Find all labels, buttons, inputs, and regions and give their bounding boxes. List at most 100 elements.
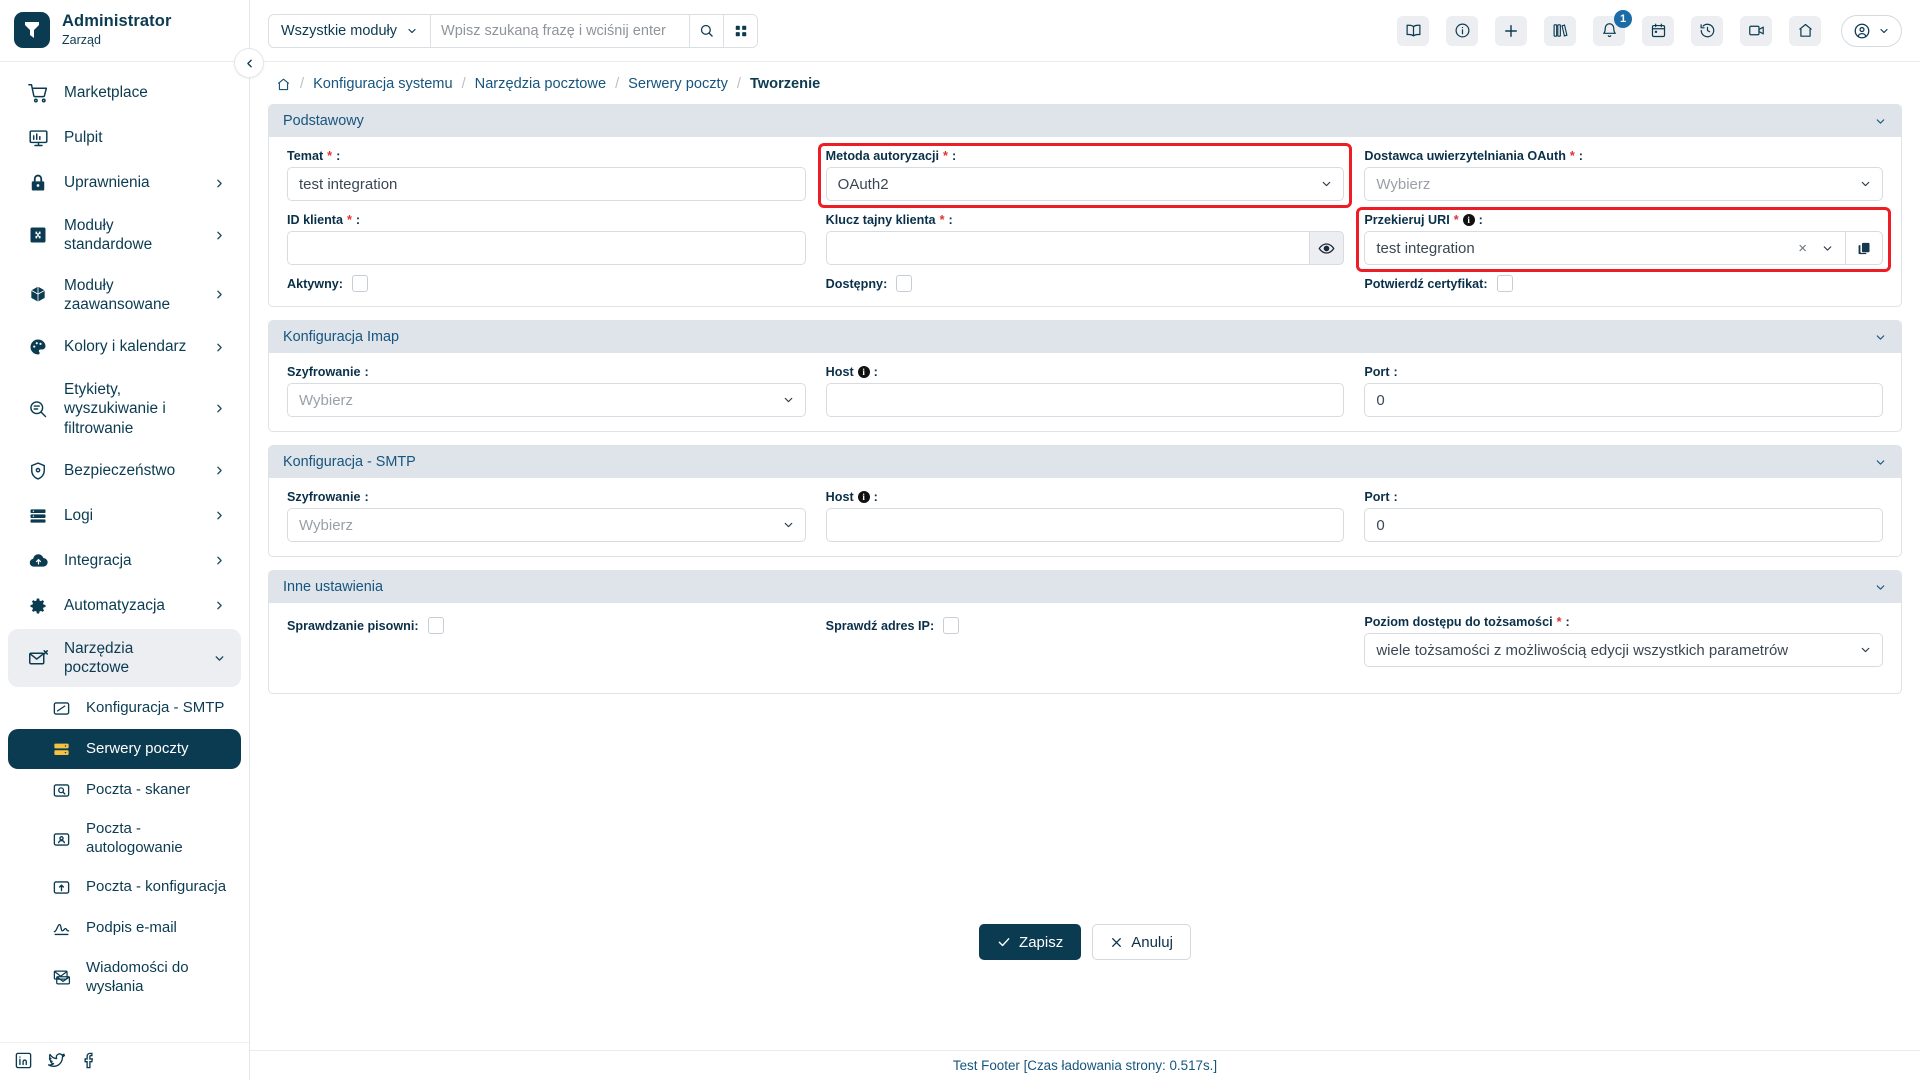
info-icon-button[interactable] xyxy=(1446,15,1478,46)
sidebar-item-integracja[interactable]: Integracja xyxy=(8,539,241,583)
panel-podstawowy-header[interactable]: Podstawowy xyxy=(269,105,1901,137)
chevron-down-icon[interactable] xyxy=(1874,115,1887,128)
field-smtp-host: Host i: xyxy=(816,490,1355,542)
info-icon[interactable]: i xyxy=(857,491,870,503)
smtp-szyfrowanie-select[interactable]: Wybierz xyxy=(287,508,806,542)
sidebar-item-narzedzia-pocztowe[interactable]: Narzędzia pocztowe xyxy=(8,628,241,688)
reveal-secret-button[interactable] xyxy=(1308,231,1345,265)
imap-szyfrowanie-select[interactable]: Wybierz xyxy=(287,383,806,417)
chevron-down-icon[interactable] xyxy=(1874,456,1887,469)
search-button[interactable] xyxy=(689,14,724,47)
sidebar-subitem-poczta-skaner[interactable]: Poczta - skaner xyxy=(8,770,241,810)
imap-port-input[interactable] xyxy=(1364,383,1884,417)
sidebar-item-kolory-i-kalendarz[interactable]: Kolory i kalendarz xyxy=(8,325,241,369)
twitter-icon[interactable] xyxy=(47,1051,66,1070)
search-input[interactable] xyxy=(431,14,690,47)
sidebar-subitem-konfiguracja-smtp[interactable]: Konfiguracja - SMTP xyxy=(8,688,241,728)
sidebar-item-pulpit[interactable]: Pulpit xyxy=(8,116,241,160)
top-toolbar: Wszystkie moduły Wpisz szukaną frazę i w… xyxy=(250,0,1920,62)
plus-icon-button[interactable] xyxy=(1495,15,1527,46)
sidebar-item-moduly-zaawansowane[interactable]: Moduły zaawansowane xyxy=(8,266,241,325)
module-filter-dropdown[interactable]: Wszystkie moduły xyxy=(269,14,432,47)
field-klucz-tajny-klienta: Klucz tajny klienta *: xyxy=(816,213,1355,265)
required-marker: * xyxy=(939,213,945,227)
field-label: Szyfrowanie: xyxy=(287,490,369,504)
sidebar-item-logi[interactable]: Logi xyxy=(8,494,241,538)
sidebar-subitem-serwery-poczty[interactable]: Serwery poczty xyxy=(8,729,241,770)
przekieruj-uri-value-area[interactable]: test integration × xyxy=(1364,231,1846,265)
temat-input[interactable] xyxy=(287,167,806,201)
klucz-tajny-klienta-input[interactable] xyxy=(825,231,1309,265)
imap-host-input[interactable] xyxy=(825,383,1345,417)
sidebar-subitem-label: Podpis e-mail xyxy=(86,919,177,937)
breadcrumb-item-narzedzia-pocztowe[interactable]: Narzędzia pocztowe xyxy=(475,76,606,92)
sidebar-item-bezpieczenstwo[interactable]: Bezpieczeństwo xyxy=(8,449,241,493)
facebook-icon[interactable] xyxy=(80,1051,99,1070)
sidebar-collapse-button[interactable] xyxy=(234,48,264,78)
library-icon-button[interactable] xyxy=(1544,15,1576,46)
sidebar-subitem-podpis-email[interactable]: Podpis e-mail xyxy=(8,909,241,949)
smtp-port-input[interactable] xyxy=(1364,508,1884,542)
breadcrumb-item-serwery-poczty[interactable]: Serwery poczty xyxy=(628,76,728,92)
id-klienta-input[interactable] xyxy=(287,231,806,265)
sprawdz-adres-ip-checkbox[interactable] xyxy=(943,617,960,634)
panel-konfiguracja-imap-header[interactable]: Konfiguracja Imap xyxy=(269,321,1901,353)
panel-konfiguracja-smtp-header[interactable]: Konfiguracja - SMTP xyxy=(269,446,1901,478)
grid-view-button[interactable] xyxy=(723,14,758,47)
sidebar-item-label: Moduły standardowe xyxy=(64,217,153,254)
palette-icon xyxy=(26,335,50,359)
home-icon-button[interactable] xyxy=(1789,15,1821,46)
panel-inne-ustawienia-header[interactable]: Inne ustawienia xyxy=(269,571,1901,603)
search-icon xyxy=(699,23,714,38)
panel-inne-ustawienia: Inne ustawienia Sprawdzanie pisowni: Spr… xyxy=(268,570,1902,694)
cancel-button[interactable]: Anuluj xyxy=(1092,924,1191,960)
sprawdzanie-pisowni-checkbox[interactable] xyxy=(427,617,444,634)
dostawca-oauth-select[interactable]: Wybierz xyxy=(1364,167,1884,201)
sidebar-item-label: Etykiety, wyszukiwanie i filtrowanie xyxy=(64,381,166,437)
sidebar-item-uprawnienia[interactable]: Uprawnienia xyxy=(8,161,241,205)
aktywny-checkbox[interactable] xyxy=(352,275,368,292)
calendar-icon-button[interactable] xyxy=(1642,15,1674,46)
sidebar-item-etykiety-wyszukiwanie-filtrowanie[interactable]: Etykiety, wyszukiwanie i filtrowanie xyxy=(8,370,241,448)
breadcrumb-item-konfiguracja-systemu[interactable]: Konfiguracja systemu xyxy=(313,76,453,92)
sidebar-item-moduly-standardowe[interactable]: Moduły standardowe xyxy=(8,206,241,265)
sidebar-subitem-poczta-konfiguracja[interactable]: Poczta - konfiguracja xyxy=(8,868,241,908)
sidebar-subitem-poczta-autologowanie[interactable]: Poczta - autologowanie xyxy=(8,811,241,867)
history-icon xyxy=(1699,22,1716,39)
sidebar-item-marketplace[interactable]: Marketplace xyxy=(8,71,241,115)
linkedin-icon[interactable] xyxy=(14,1051,33,1070)
shopping-cart-icon xyxy=(26,81,50,105)
copy-uri-button[interactable] xyxy=(1845,231,1884,265)
book-icon-button[interactable] xyxy=(1397,15,1429,46)
history-icon-button[interactable] xyxy=(1691,15,1723,46)
potwierdz-certyfikat-checkbox[interactable] xyxy=(1496,275,1513,292)
field-smtp-port: Port: xyxy=(1354,490,1893,542)
info-icon[interactable]: i xyxy=(857,366,870,378)
chevron-down-icon[interactable] xyxy=(1874,581,1887,594)
chevron-down-icon[interactable] xyxy=(1874,331,1887,344)
sidebar-subitem-wiadomosci-do-wyslania[interactable]: Wiadomości do wysłania xyxy=(8,950,241,1006)
user-menu-button[interactable] xyxy=(1841,14,1902,47)
bell-icon-button[interactable]: 1 xyxy=(1593,9,1632,46)
select-placeholder: Wybierz xyxy=(299,391,354,409)
brand-header[interactable]: Administrator Zarząd xyxy=(0,0,249,62)
chevron-down-icon[interactable] xyxy=(1821,242,1834,255)
save-button[interactable]: Zapisz xyxy=(979,924,1082,960)
dostepny-checkbox[interactable] xyxy=(896,275,913,292)
metoda-autoryzacji-select[interactable]: OAuth2 xyxy=(825,167,1345,201)
poziom-dostepu-select[interactable]: wiele tożsamości z możliwością edycji ws… xyxy=(1364,633,1884,667)
field-label: Host i: xyxy=(825,490,878,504)
klucz-tajny-group xyxy=(825,231,1345,265)
video-icon-button[interactable] xyxy=(1740,15,1772,46)
field-label-text: Port xyxy=(1364,365,1390,379)
info-icon[interactable]: i xyxy=(1462,214,1475,226)
close-x-icon[interactable]: × xyxy=(1794,240,1811,257)
breadcrumb-home-icon[interactable] xyxy=(276,77,291,92)
field-label: Aktywny: xyxy=(287,276,343,291)
smtp-host-input[interactable] xyxy=(825,508,1345,542)
chevron-right-icon xyxy=(213,341,227,354)
search-tag-icon xyxy=(26,397,50,421)
field-label-text: Sprawdź adres IP xyxy=(825,618,930,633)
chevron-right-icon xyxy=(213,288,227,301)
sidebar-item-automatyzacja[interactable]: Automatyzacja xyxy=(8,584,241,628)
